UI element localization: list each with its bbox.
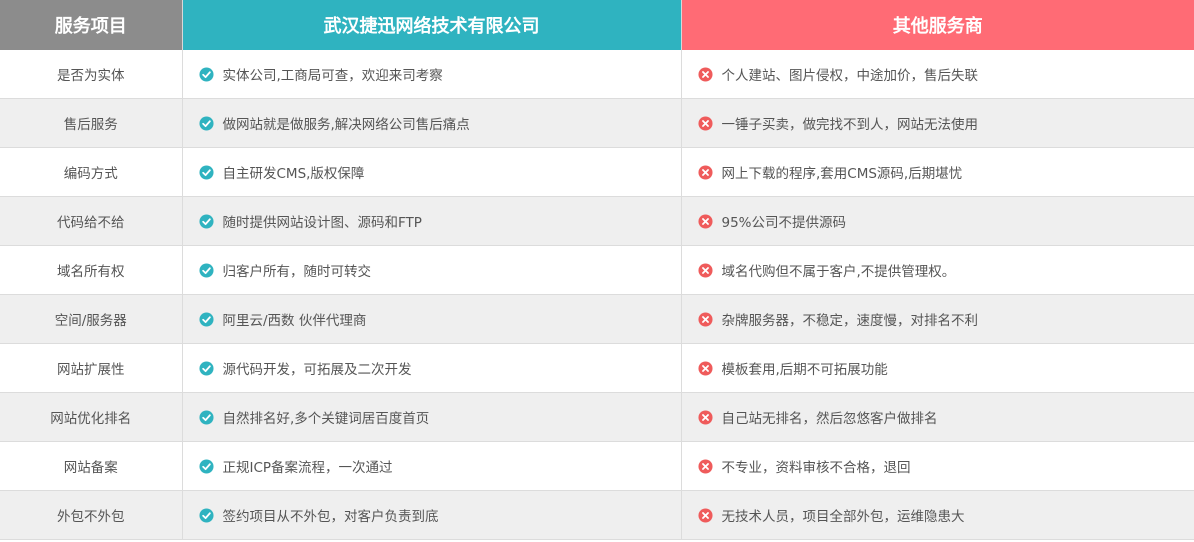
row-ours-text: 自主研发CMS,版权保障 xyxy=(222,166,365,182)
row-others-text: 模板套用,后期不可拓展功能 xyxy=(721,362,888,378)
row-others-text: 一锤子买卖，做完找不到人，网站无法使用 xyxy=(721,117,979,133)
comparison-table: 服务项目 武汉捷迅网络技术有限公司 其他服务商 是否为实体 实体公司,工商局可查… xyxy=(0,0,1194,540)
row-ours-text: 归客户所有，随时可转交 xyxy=(222,264,372,280)
row-others-cell: 杂牌服务器，不稳定，速度慢，对排名不利 xyxy=(681,294,1194,344)
table-row: 编码方式 自主研发CMS,版权保障 网上下载的程序,套用CMS源码,后期堪忧 xyxy=(0,147,1194,197)
row-item-label: 编码方式 xyxy=(0,147,183,197)
cross-circle-icon xyxy=(697,360,713,376)
check-circle-icon xyxy=(198,66,214,82)
cross-circle-icon xyxy=(697,311,713,327)
table-row: 网站扩展性 源代码开发，可拓展及二次开发 模板套用,后期不可拓展功能 xyxy=(0,343,1194,393)
row-ours-cell: 自然排名好,多个关键词居百度首页 xyxy=(182,392,682,442)
check-circle-icon xyxy=(198,213,214,229)
row-item-label: 网站优化排名 xyxy=(0,392,183,442)
row-others-text: 杂牌服务器，不稳定，速度慢，对排名不利 xyxy=(721,313,979,329)
table-row: 网站备案 正规ICP备案流程，一次通过 不专业，资料审核不合格，退回 xyxy=(0,441,1194,491)
row-others-cell: 模板套用,后期不可拓展功能 xyxy=(681,343,1194,393)
table-row: 域名所有权 归客户所有，随时可转交 域名代购但不属于客户,不提供管理权。 xyxy=(0,245,1194,295)
row-others-cell: 网上下载的程序,套用CMS源码,后期堪忧 xyxy=(681,147,1194,197)
row-others-cell: 个人建站、图片侵权，中途加价，售后失联 xyxy=(681,50,1194,99)
row-ours-text: 源代码开发，可拓展及二次开发 xyxy=(222,362,412,378)
table-row: 空间/服务器 阿里云/西数 伙伴代理商 杂牌服务器，不稳定，速度慢，对排名不利 xyxy=(0,294,1194,344)
row-ours-cell: 归客户所有，随时可转交 xyxy=(182,245,682,295)
row-others-text: 不专业，资料审核不合格，退回 xyxy=(721,460,911,476)
row-others-cell: 一锤子买卖，做完找不到人，网站无法使用 xyxy=(681,98,1194,148)
row-ours-text: 做网站就是做服务,解决网络公司售后痛点 xyxy=(222,117,470,133)
row-item-label: 代码给不给 xyxy=(0,196,183,246)
row-ours-text: 阿里云/西数 伙伴代理商 xyxy=(222,313,367,329)
header-our-company: 武汉捷迅网络技术有限公司 xyxy=(182,0,682,50)
check-circle-icon xyxy=(198,115,214,131)
cross-circle-icon xyxy=(697,507,713,523)
check-circle-icon xyxy=(198,164,214,180)
cross-circle-icon xyxy=(697,262,713,278)
row-others-text: 无技术人员，项目全部外包，运维隐患大 xyxy=(721,509,965,525)
row-ours-cell: 正规ICP备案流程，一次通过 xyxy=(182,441,682,491)
row-others-text: 个人建站、图片侵权，中途加价，售后失联 xyxy=(721,68,979,84)
row-ours-text: 随时提供网站设计图、源码和FTP xyxy=(222,215,422,231)
row-ours-cell: 做网站就是做服务,解决网络公司售后痛点 xyxy=(182,98,682,148)
row-ours-cell: 源代码开发，可拓展及二次开发 xyxy=(182,343,682,393)
comparison-body: 是否为实体 实体公司,工商局可查，欢迎来司考察 个人建站、图片侵权，中途加价，售… xyxy=(0,50,1194,540)
row-ours-cell: 随时提供网站设计图、源码和FTP xyxy=(182,196,682,246)
row-ours-text: 自然排名好,多个关键词居百度首页 xyxy=(222,411,430,427)
row-others-cell: 域名代购但不属于客户,不提供管理权。 xyxy=(681,245,1194,295)
row-others-cell: 不专业，资料审核不合格，退回 xyxy=(681,441,1194,491)
header-row: 服务项目 武汉捷迅网络技术有限公司 其他服务商 xyxy=(0,0,1194,50)
check-circle-icon xyxy=(198,507,214,523)
row-others-text: 自己站无排名，然后忽悠客户做排名 xyxy=(721,411,938,427)
table-row: 代码给不给 随时提供网站设计图、源码和FTP 95%公司不提供源码 xyxy=(0,196,1194,246)
check-circle-icon xyxy=(198,360,214,376)
check-circle-icon xyxy=(198,262,214,278)
row-item-label: 售后服务 xyxy=(0,98,183,148)
row-others-text: 网上下载的程序,套用CMS源码,后期堪忧 xyxy=(721,166,963,182)
header-other-providers: 其他服务商 xyxy=(681,0,1194,50)
row-ours-text: 实体公司,工商局可查，欢迎来司考察 xyxy=(222,68,443,84)
check-circle-icon xyxy=(198,409,214,425)
row-ours-text: 正规ICP备案流程，一次通过 xyxy=(222,460,393,476)
check-circle-icon xyxy=(198,311,214,327)
cross-circle-icon xyxy=(697,213,713,229)
cross-circle-icon xyxy=(697,66,713,82)
row-others-text: 域名代购但不属于客户,不提供管理权。 xyxy=(721,264,956,280)
cross-circle-icon xyxy=(697,409,713,425)
row-others-text: 95%公司不提供源码 xyxy=(721,215,847,231)
row-ours-cell: 实体公司,工商局可查，欢迎来司考察 xyxy=(182,50,682,99)
row-item-label: 域名所有权 xyxy=(0,245,183,295)
row-item-label: 网站扩展性 xyxy=(0,343,183,393)
row-ours-text: 签约项目从不外包，对客户负责到底 xyxy=(222,509,439,525)
row-others-cell: 无技术人员，项目全部外包，运维隐患大 xyxy=(681,490,1194,540)
cross-circle-icon xyxy=(697,164,713,180)
table-row: 外包不外包 签约项目从不外包，对客户负责到底 无技术人员，项目全部外包，运维隐患… xyxy=(0,490,1194,540)
row-others-cell: 95%公司不提供源码 xyxy=(681,196,1194,246)
row-item-label: 外包不外包 xyxy=(0,490,183,540)
cross-circle-icon xyxy=(697,458,713,474)
row-item-label: 是否为实体 xyxy=(0,50,183,99)
row-ours-cell: 阿里云/西数 伙伴代理商 xyxy=(182,294,682,344)
table-row: 是否为实体 实体公司,工商局可查，欢迎来司考察 个人建站、图片侵权，中途加价，售… xyxy=(0,50,1194,99)
row-others-cell: 自己站无排名，然后忽悠客户做排名 xyxy=(681,392,1194,442)
cross-circle-icon xyxy=(697,115,713,131)
header-service-item: 服务项目 xyxy=(0,0,183,50)
table-row: 网站优化排名 自然排名好,多个关键词居百度首页 自己站无排名，然后忽悠客户做排名 xyxy=(0,392,1194,442)
row-ours-cell: 自主研发CMS,版权保障 xyxy=(182,147,682,197)
row-item-label: 网站备案 xyxy=(0,441,183,491)
table-row: 售后服务 做网站就是做服务,解决网络公司售后痛点 一锤子买卖，做完找不到人，网站… xyxy=(0,98,1194,148)
check-circle-icon xyxy=(198,458,214,474)
row-ours-cell: 签约项目从不外包，对客户负责到底 xyxy=(182,490,682,540)
row-item-label: 空间/服务器 xyxy=(0,294,183,344)
